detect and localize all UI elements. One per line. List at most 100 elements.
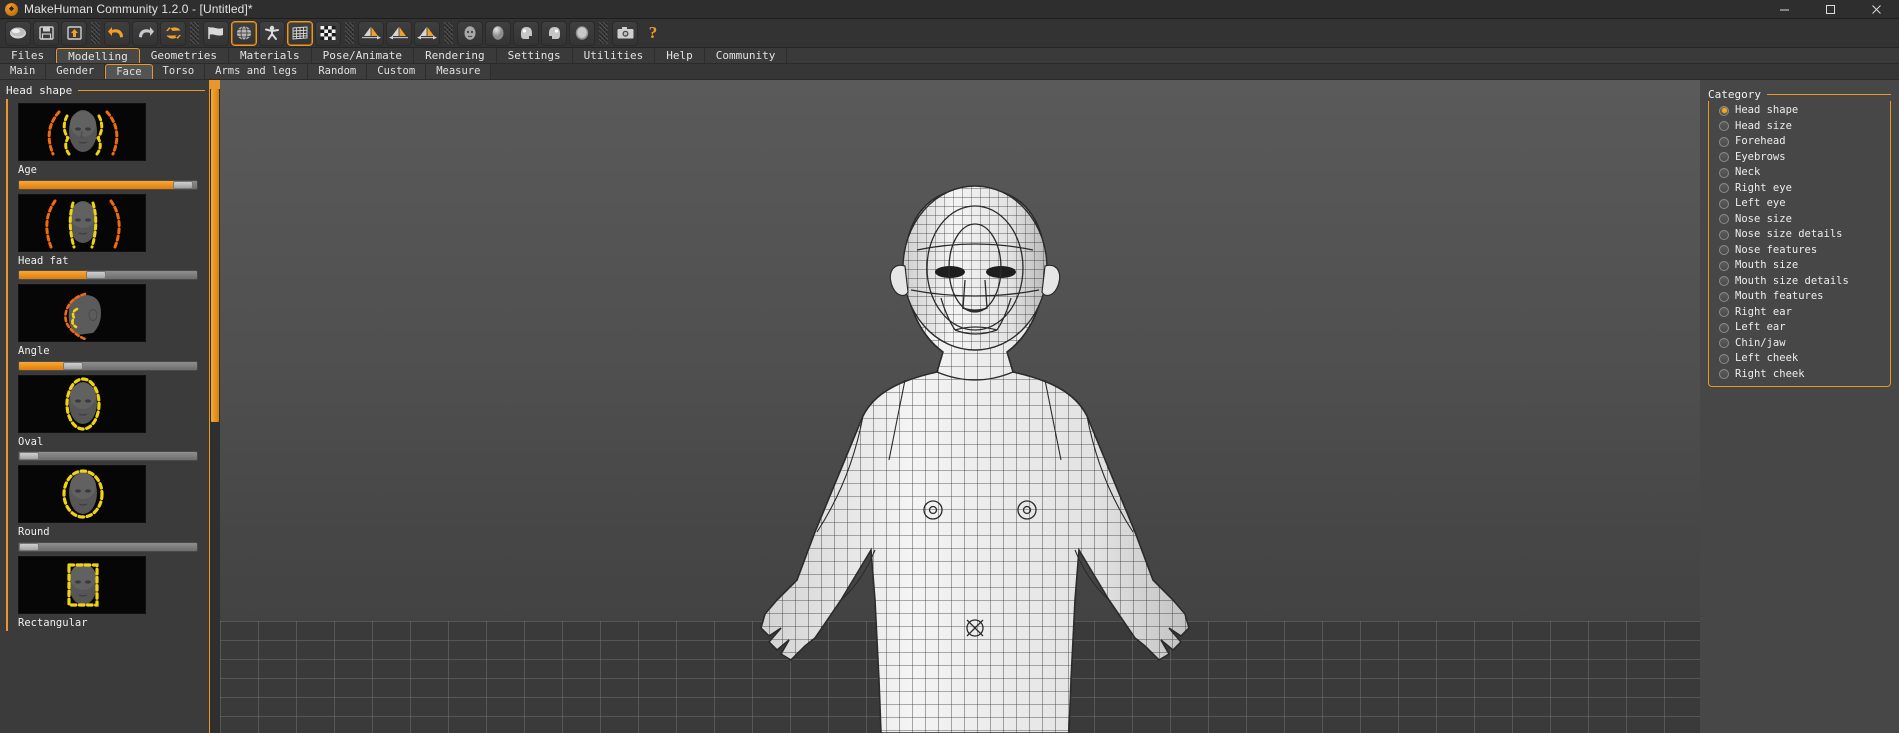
subtab-torso[interactable]: Torso [152,64,206,79]
category-item-nose-size-details[interactable]: Nose size details [1709,227,1890,243]
symmetry-both-icon[interactable] [414,20,440,46]
maximize-button[interactable] [1807,0,1853,19]
radio-icon[interactable] [1719,136,1729,147]
radio-icon[interactable] [1719,152,1729,163]
right-view-icon[interactable] [541,20,567,46]
subtab-random[interactable]: Random [308,64,368,79]
category-item-mouth-size-details[interactable]: Mouth size details [1709,274,1890,290]
slider-handle[interactable] [19,452,39,461]
slider-handle[interactable] [172,180,193,189]
undo-arrow-icon[interactable] [104,20,130,46]
slider-track-angle[interactable] [18,360,198,371]
subtab-arms-and-legs[interactable]: Arms and legs [205,64,309,79]
head-round-thumbnail[interactable] [18,465,146,524]
slider-handle[interactable] [63,361,84,370]
radio-icon[interactable] [1719,276,1729,287]
wireframe-globe-icon[interactable] [231,20,257,46]
menu-tab-community[interactable]: Community [704,48,788,63]
slider-handle[interactable] [19,542,39,551]
subtab-measure[interactable]: Measure [426,64,492,79]
category-item-mouth-features[interactable]: Mouth features [1709,289,1890,305]
category-item-right-cheek[interactable]: Right cheek [1709,367,1890,383]
category-item-head-size[interactable]: Head size [1709,119,1890,135]
slider-track-round[interactable] [18,541,198,552]
head-rectangular-thumbnail[interactable] [18,555,146,614]
menu-tab-utilities[interactable]: Utilities [572,48,656,63]
category-item-eyebrows[interactable]: Eyebrows [1709,150,1890,166]
category-item-left-eye[interactable]: Left eye [1709,196,1890,212]
radio-icon[interactable] [1719,229,1729,240]
radio-icon[interactable] [1719,307,1729,318]
slider-track-oval[interactable] [18,451,198,462]
human-baby-wireframe-mesh[interactable] [665,80,1285,733]
minimize-button[interactable] [1761,0,1807,19]
category-item-right-eye[interactable]: Right eye [1709,181,1890,197]
redo-arrow-icon[interactable] [132,20,158,46]
menu-tab-modelling[interactable]: Modelling [56,48,140,63]
head-front-age-thumbnail[interactable] [18,103,146,161]
category-item-right-ear[interactable]: Right ear [1709,305,1890,321]
radio-icon[interactable] [1719,291,1729,302]
save-floppy-icon[interactable] [33,20,59,46]
category-item-left-cheek[interactable]: Left cheek [1709,351,1890,367]
checker-subdivision-icon[interactable] [315,20,341,46]
left-view-icon[interactable] [513,20,539,46]
scrollbar-thumb[interactable] [211,89,219,422]
left-panel-scrollbar[interactable] [210,80,220,733]
radio-icon[interactable] [1719,322,1729,333]
category-item-chin-jaw[interactable]: Chin/jaw [1709,336,1890,352]
back-view-icon[interactable] [485,20,511,46]
radio-icon[interactable] [1719,121,1729,132]
category-item-label: Nose features [1735,243,1818,256]
slider-handle[interactable] [86,271,107,280]
head-side-angle-thumbnail[interactable] [18,284,146,343]
subtab-main[interactable]: Main [0,64,47,79]
slider-track-head-fat[interactable] [18,270,198,281]
radio-icon[interactable] [1719,338,1729,349]
pose-figure-icon[interactable] [259,20,285,46]
subtab-gender[interactable]: Gender [46,64,106,79]
top-view-icon[interactable] [569,20,595,46]
radio-icon[interactable] [1719,183,1729,194]
new-mesh-icon[interactable] [5,20,31,46]
grid-icon[interactable] [287,20,313,46]
3d-viewport[interactable] [220,80,1700,733]
category-item-neck[interactable]: Neck [1709,165,1890,181]
category-item-left-ear[interactable]: Left ear [1709,320,1890,336]
radio-icon[interactable] [1719,214,1729,225]
radio-icon[interactable] [1719,245,1729,256]
subtab-custom[interactable]: Custom [367,64,427,79]
slider-track-age[interactable] [18,179,198,190]
radio-icon[interactable] [1719,167,1729,178]
menu-tab-settings[interactable]: Settings [496,48,573,63]
category-item-forehead[interactable]: Forehead [1709,134,1890,150]
radio-icon[interactable] [1719,198,1729,209]
symmetry-right-icon[interactable] [358,20,384,46]
head-front-fat-thumbnail[interactable] [18,193,146,252]
category-item-nose-size[interactable]: Nose size [1709,212,1890,228]
category-item-nose-features[interactable]: Nose features [1709,243,1890,259]
menu-tab-geometries[interactable]: Geometries [139,48,229,63]
load-up-arrow-icon[interactable] [61,20,87,46]
category-item-mouth-size[interactable]: Mouth size [1709,258,1890,274]
radio-icon[interactable] [1719,369,1729,380]
subtab-face[interactable]: Face [105,64,153,79]
close-button[interactable] [1853,0,1899,19]
menu-tab-files[interactable]: Files [0,48,57,63]
radio-icon[interactable] [1719,105,1729,116]
smooth-flag-icon[interactable] [203,20,229,46]
front-view-face-icon[interactable] [457,20,483,46]
reset-refresh-icon[interactable] [160,20,186,46]
symmetry-left-icon[interactable] [386,20,412,46]
menu-tab-help[interactable]: Help [655,48,705,63]
menu-tab-materials[interactable]: Materials [228,48,312,63]
help-question-icon[interactable]: ? [640,21,666,46]
menu-tab-rendering[interactable]: Rendering [414,48,497,63]
radio-icon[interactable] [1719,353,1729,364]
menu-tab-pose-animate[interactable]: Pose/Animate [311,48,415,63]
scrollbar-up-button[interactable] [210,80,220,89]
head-oval-thumbnail[interactable] [18,374,146,433]
radio-icon[interactable] [1719,260,1729,271]
category-item-head-shape[interactable]: Head shape [1709,103,1890,119]
camera-grab-screen-icon[interactable] [612,20,638,46]
